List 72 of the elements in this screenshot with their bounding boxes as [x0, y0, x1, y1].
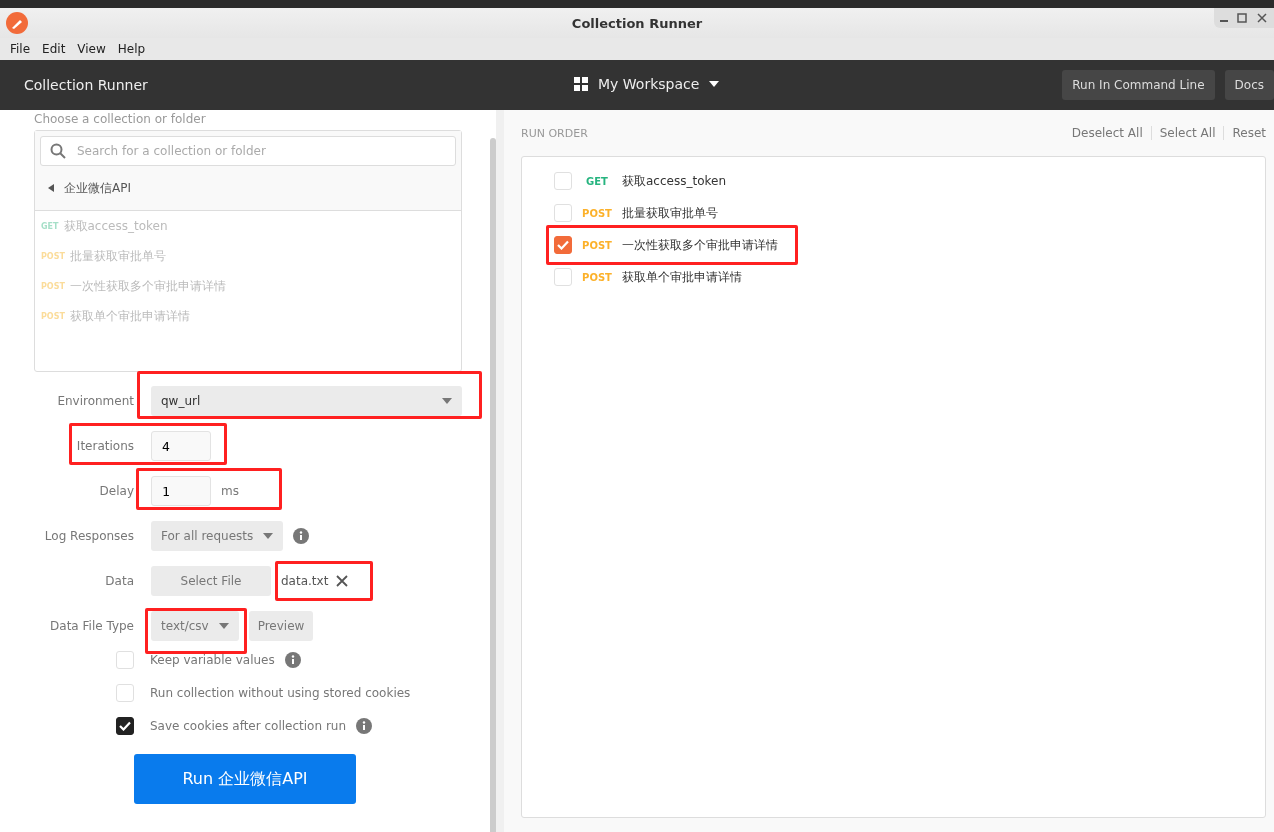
back-arrow-icon	[48, 184, 54, 192]
request-name: 一次性获取多个审批申请详情	[622, 236, 778, 254]
run-button[interactable]: Run 企业微信API	[134, 754, 356, 804]
option-label: Run collection without using stored cookies	[150, 686, 411, 700]
option-label: Keep variable values	[150, 653, 275, 667]
method-label: POST	[41, 251, 65, 261]
environment-dropdown[interactable]: qw_url	[151, 386, 462, 416]
menu-item[interactable]: View	[77, 42, 106, 56]
method-label: POST	[41, 281, 65, 291]
select-file-button[interactable]: Select File	[151, 566, 271, 596]
workspace-switcher[interactable]: My Workspace	[574, 76, 720, 92]
field-label: Environment	[56, 394, 134, 408]
field-label: Data	[104, 574, 134, 588]
option-label: Save cookies after collection run	[150, 719, 347, 733]
collection-name: 企业微信API	[64, 179, 131, 197]
section-title: RUN ORDER	[521, 126, 588, 140]
field-label: Delay	[98, 484, 134, 498]
link-button[interactable]: Select All	[1150, 126, 1224, 140]
file-type-dropdown[interactable]: text/csv	[151, 611, 239, 641]
method-label: POST	[581, 271, 613, 283]
header-title: Collection Runner	[24, 77, 148, 93]
caret-icon	[219, 623, 229, 629]
caret-icon	[263, 533, 273, 539]
link-button[interactable]: Deselect All	[1063, 126, 1151, 140]
number-input[interactable]: 1	[151, 476, 211, 506]
link-button[interactable]: Reset	[1223, 126, 1274, 140]
dropdown-value: For all requests	[161, 529, 254, 543]
scrollbar[interactable]	[490, 138, 496, 832]
dropdown-value: text/csv	[161, 619, 209, 633]
unit-label: ms	[221, 484, 239, 498]
app-logo-icon	[6, 12, 28, 34]
field-label: Data File Type	[49, 619, 134, 633]
search-field[interactable]: Search for a collection or folder	[40, 136, 456, 166]
method-label: POST	[581, 207, 613, 219]
checkmark-icon	[119, 721, 131, 731]
method-label: GET	[41, 221, 59, 231]
section-label: Choose a collection or folder	[34, 112, 207, 127]
method-label: POST	[581, 239, 613, 251]
request-name: 获取access_token	[622, 172, 726, 190]
window-title: Collection Runner	[571, 15, 703, 31]
close-icon	[1256, 12, 1268, 24]
checkmark-icon	[557, 240, 569, 250]
dropdown-value: qw_url	[161, 394, 201, 408]
preview-button[interactable]: Preview	[249, 611, 313, 641]
request-name: 获取单个审批申请详情	[69, 307, 190, 325]
search-icon	[50, 143, 66, 159]
checkbox[interactable]	[116, 717, 134, 735]
dropdown[interactable]: For all requests	[151, 521, 283, 551]
number-input[interactable]: 4	[151, 431, 211, 461]
file-name: data.txt	[281, 574, 329, 588]
method-label: GET	[585, 175, 609, 187]
collection-header[interactable]: 企业微信API	[40, 166, 456, 210]
request-name: 获取access_token	[63, 217, 168, 235]
header-button[interactable]: Run In Command Line	[1062, 70, 1215, 100]
menu-item[interactable]: Help	[117, 42, 146, 56]
remove-icon	[336, 575, 349, 587]
grid-icon	[574, 77, 588, 91]
menu-item[interactable]: Edit	[42, 42, 66, 56]
method-label: POST	[41, 311, 65, 321]
request-name: 批量获取审批单号	[69, 247, 166, 265]
header-button[interactable]: Docs	[1224, 70, 1274, 100]
menu-item[interactable]: File	[10, 42, 31, 56]
request-name: 获取单个审批申请详情	[622, 268, 742, 286]
field-label: Iterations	[75, 439, 134, 453]
workspace-name: My Workspace	[598, 76, 700, 92]
caret-icon	[442, 398, 452, 404]
field-label: Log Responses	[43, 529, 134, 543]
request-name: 批量获取审批单号	[622, 204, 718, 222]
caret-icon	[709, 81, 720, 87]
checkbox[interactable]	[554, 236, 572, 254]
maximize-icon	[1236, 12, 1248, 24]
minimize-icon	[1220, 20, 1228, 22]
